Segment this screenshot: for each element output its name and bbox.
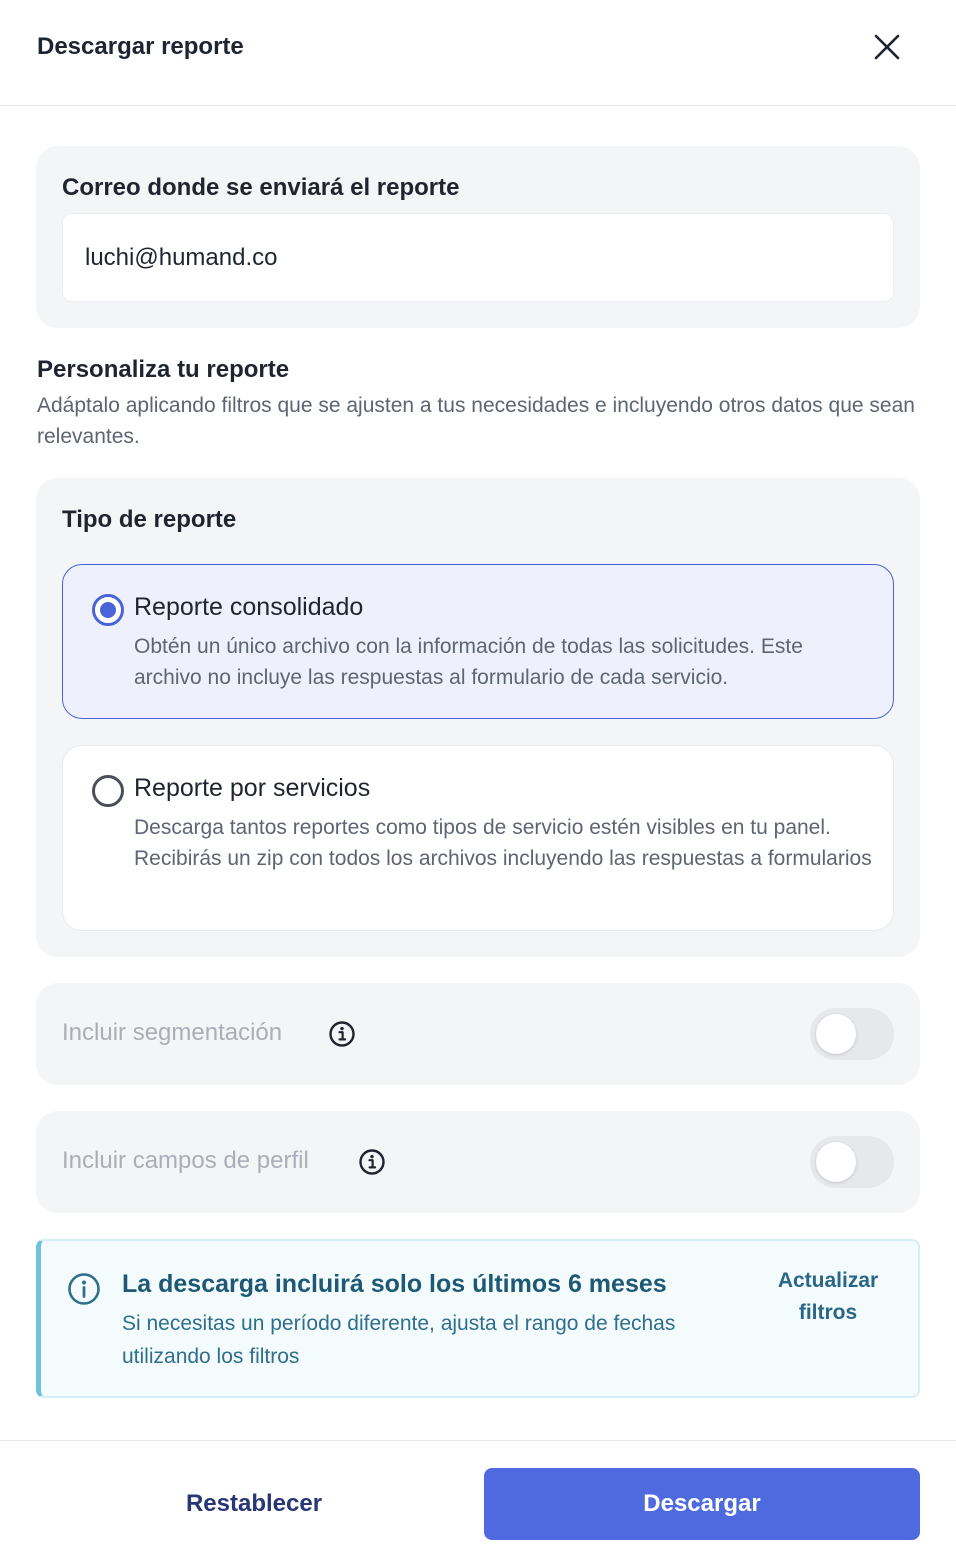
radio-selected[interactable] bbox=[92, 594, 124, 626]
segmentation-row: Incluir segmentación bbox=[36, 983, 920, 1085]
email-label: Correo donde se enviará el reporte bbox=[62, 174, 460, 201]
date-range-banner: La descarga incluirá solo los últimos 6 … bbox=[36, 1239, 920, 1398]
profile-fields-row: Incluir campos de perfil bbox=[36, 1111, 920, 1213]
info-icon[interactable] bbox=[358, 1148, 386, 1176]
segmentation-label: Incluir segmentación bbox=[62, 1019, 283, 1046]
report-option-consolidated[interactable]: Reporte consolidado Obtén un único archi… bbox=[62, 564, 894, 719]
report-option-by-service[interactable]: Reporte por servicios Descarga tantos re… bbox=[62, 745, 894, 931]
banner-title: La descarga incluirá solo los últimos 6 … bbox=[122, 1270, 667, 1298]
profile-fields-toggle[interactable] bbox=[810, 1136, 894, 1188]
option-title: Reporte consolidado bbox=[134, 593, 364, 621]
download-report-dialog: Descargar reporte Correo donde se enviar… bbox=[0, 0, 956, 1564]
profile-fields-label: Incluir campos de perfil bbox=[62, 1147, 309, 1174]
report-type-card: Tipo de reporte Reporte consolidado Obté… bbox=[36, 478, 920, 957]
email-field[interactable] bbox=[62, 213, 894, 302]
email-card: Correo donde se enviará el reporte bbox=[36, 146, 920, 328]
personalize-title: Personaliza tu reporte bbox=[37, 356, 290, 383]
download-button[interactable]: Descargar bbox=[484, 1468, 920, 1540]
report-type-label: Tipo de reporte bbox=[62, 506, 237, 533]
segmentation-toggle[interactable] bbox=[810, 1008, 894, 1060]
dialog-title: Descargar reporte bbox=[37, 33, 244, 60]
option-title: Reporte por servicios bbox=[134, 774, 371, 802]
update-filters-link[interactable]: Actualizar filtros bbox=[757, 1265, 899, 1329]
close-button[interactable] bbox=[867, 27, 907, 67]
reset-button[interactable]: Restablecer bbox=[36, 1468, 472, 1540]
toggle-knob bbox=[816, 1142, 856, 1182]
info-icon[interactable] bbox=[328, 1020, 356, 1048]
banner-description: Si necesitas un período diferente, ajust… bbox=[122, 1312, 676, 1368]
dialog-footer: Restablecer Descargar bbox=[0, 1440, 956, 1564]
toggle-knob bbox=[816, 1014, 856, 1054]
radio-unselected[interactable] bbox=[92, 775, 124, 807]
radio-dot bbox=[100, 602, 116, 618]
close-icon bbox=[874, 34, 900, 60]
info-circle-icon bbox=[68, 1273, 100, 1305]
dialog-header: Descargar reporte bbox=[0, 0, 956, 106]
option-description: Obtén un único archivo con la informació… bbox=[134, 635, 803, 689]
option-description: Descarga tantos reportes como tipos de s… bbox=[134, 816, 872, 870]
personalize-description: Adáptalo aplicando filtros que se ajuste… bbox=[37, 394, 915, 448]
